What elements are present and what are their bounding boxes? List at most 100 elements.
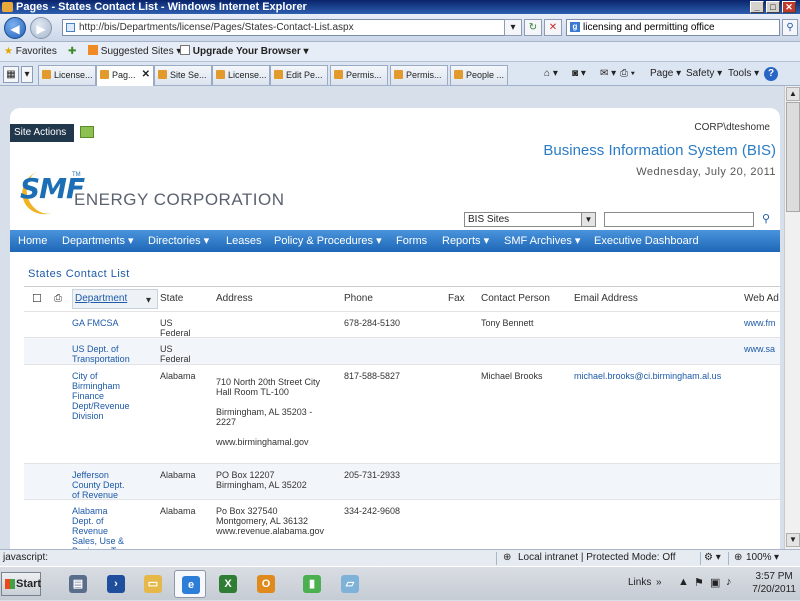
edit-page-icon[interactable] — [80, 126, 94, 138]
upgrade-browser-link[interactable]: Upgrade Your Browser ▾ — [180, 45, 309, 59]
table-row[interactable]: City of Birmingham Finance Dept/Revenue … — [24, 364, 780, 463]
cell-department[interactable]: Jefferson County Dept. of Revenue — [72, 470, 125, 500]
show-hidden-icons[interactable]: ▲ — [678, 576, 689, 588]
page-menu[interactable]: Page ▾ — [650, 67, 681, 81]
close-window-button[interactable]: ✕ — [782, 1, 796, 13]
cell-department[interactable]: GA FMCSA — [72, 318, 119, 328]
site-title[interactable]: Business Information System (BIS) — [543, 142, 776, 159]
outlook-icon[interactable]: O — [250, 570, 282, 598]
column-header-fax[interactable]: Fax — [448, 287, 465, 311]
nav-item[interactable]: Leases — [226, 230, 261, 252]
table-row[interactable]: US Dept. of Transportation US Federal www.… — [24, 337, 780, 364]
expand-toolbar-icon[interactable]: » — [656, 577, 662, 588]
nav-item[interactable]: Policy & Procedures ▾ — [274, 230, 382, 252]
quick-tabs-icon[interactable]: ▦ — [3, 66, 19, 83]
column-header-contact[interactable]: Contact Person — [481, 287, 550, 311]
nav-item[interactable]: Directories ▾ — [148, 230, 209, 252]
select-all-checkbox[interactable]: ☐ — [32, 287, 42, 311]
smf-logo[interactable]: SMF TM ENERGY CORPORATION — [15, 163, 290, 221]
favorites-button[interactable]: ★ Favorites — [4, 45, 57, 59]
volume-icon[interactable]: ♪ — [726, 576, 732, 588]
project-icon[interactable]: ▮ — [296, 570, 328, 598]
explorer-icon[interactable]: ▭ — [137, 570, 169, 598]
search-scope-select[interactable]: BIS Sites ▼ — [464, 212, 596, 227]
search-input[interactable]: g licensing and permitting office — [566, 19, 780, 36]
cell-web[interactable]: www.sa — [744, 344, 775, 354]
safety-menu[interactable]: Safety ▾ — [686, 67, 722, 81]
search-go-icon[interactable]: ⚲ — [782, 19, 798, 36]
nav-item[interactable]: Executive Dashboard — [594, 230, 699, 252]
browser-tab[interactable]: Edit Pe... — [270, 65, 328, 85]
browser-tab[interactable]: License... — [212, 65, 270, 85]
browser-tab[interactable]: License... — [38, 65, 96, 85]
column-header-web[interactable]: Web Ad — [744, 287, 779, 311]
site-search-go-icon[interactable]: ⚲ — [758, 212, 774, 227]
cell-email[interactable]: michael.brooks@ci.birmingham.al.us — [574, 371, 721, 381]
links-toolbar[interactable]: Links — [628, 577, 651, 588]
protected-mode-icon[interactable]: ⚙ ▾ — [704, 550, 721, 566]
column-header-address[interactable]: Address — [216, 287, 253, 311]
tab-label: Edit Pe... — [286, 70, 323, 80]
print-icon[interactable]: ⎙ ▾ — [620, 67, 635, 81]
site-actions-menu[interactable]: Site Actions ▾ — [10, 124, 74, 156]
add-favorite-icon[interactable]: ✚ — [68, 45, 76, 59]
network-icon[interactable]: ▣ — [710, 576, 720, 589]
tools-menu[interactable]: Tools ▾ — [728, 67, 759, 81]
server-manager-icon[interactable]: ▤ — [62, 570, 94, 598]
nav-item[interactable]: Departments ▾ — [62, 230, 134, 252]
nav-item[interactable]: Forms — [396, 230, 427, 252]
home-icon[interactable]: ⌂ ▾ — [544, 67, 558, 81]
scroll-thumb[interactable] — [786, 102, 800, 212]
refresh-button[interactable]: ↻ — [524, 19, 542, 36]
excel-icon[interactable]: X — [212, 570, 244, 598]
start-button[interactable]: Start — [1, 572, 41, 596]
browser-tab[interactable]: Site Se... — [154, 65, 212, 85]
mail-icon[interactable]: ✉ ▾ — [600, 67, 616, 81]
vertical-scrollbar[interactable]: ▲ ▼ — [784, 86, 800, 549]
column-header-state[interactable]: State — [160, 287, 183, 311]
feeds-icon[interactable]: ◙ ▾ — [572, 67, 586, 81]
column-header-phone[interactable]: Phone — [344, 287, 373, 311]
tab-list-icon[interactable]: ▾ — [21, 66, 33, 83]
nav-item[interactable]: SMF Archives ▾ — [504, 230, 580, 252]
table-row[interactable]: Alabama Dept. of Revenue Sales, Use & Bu… — [24, 499, 780, 549]
table-row[interactable]: Jefferson County Dept. of Revenue Alabama… — [24, 463, 780, 500]
help-icon[interactable]: ? — [764, 67, 778, 81]
nav-item[interactable]: Home — [18, 230, 47, 252]
notes-icon[interactable]: ▱ — [334, 570, 366, 598]
minimize-button[interactable]: _ — [750, 1, 764, 13]
table-row[interactable]: GA FMCSA US Federal 678-284-5130 Tony Benne… — [24, 311, 780, 338]
scroll-up-icon[interactable]: ▲ — [786, 87, 800, 101]
back-button[interactable]: ◀ — [4, 17, 26, 39]
cell-department[interactable]: US Dept. of Transportation — [72, 344, 130, 364]
powershell-icon[interactable]: › — [100, 570, 132, 598]
cell-department[interactable]: City of Birmingham Finance Dept/Revenue … — [72, 371, 130, 421]
stop-button[interactable]: ✕ — [544, 19, 562, 36]
maximize-button[interactable]: □ — [766, 1, 780, 13]
browser-tab[interactable]: Permis... — [330, 65, 388, 85]
list-title[interactable]: States Contact List — [28, 268, 130, 280]
security-zone[interactable]: Local intranet | Protected Mode: Off — [518, 550, 676, 566]
browser-tab[interactable]: People ... — [450, 65, 508, 85]
cell-department[interactable]: Alabama Dept. of Revenue Sales, Use & Bu… — [72, 506, 125, 549]
zoom-level[interactable]: 100% — [746, 550, 772, 566]
clock[interactable]: 3:57 PM 7/20/2011 — [752, 570, 796, 596]
suggested-sites-link[interactable]: Suggested Sites ▾ — [88, 45, 181, 59]
browser-tab[interactable]: Pag... ✕ — [96, 65, 154, 86]
url-dropdown-button[interactable]: ▾ — [504, 19, 522, 36]
url-input[interactable]: http://bis/Departments/license/Pages/Sta… — [62, 19, 518, 36]
site-search-input[interactable] — [604, 212, 754, 227]
column-header-email[interactable]: Email Address — [574, 287, 638, 311]
close-tab-icon[interactable]: ✕ — [142, 66, 150, 84]
cell-web[interactable]: www.fm — [744, 318, 776, 328]
internet-explorer-icon[interactable]: e — [174, 570, 206, 598]
sort-dropdown-icon[interactable]: ▾ — [146, 289, 151, 313]
flag-icon[interactable]: ⚑ — [694, 576, 704, 589]
scroll-down-icon[interactable]: ▼ — [786, 533, 800, 547]
nav-item[interactable]: Reports ▾ — [442, 230, 489, 252]
zoom-dropdown-icon[interactable]: ▾ — [774, 550, 779, 566]
forward-button[interactable]: ▶ — [30, 17, 52, 39]
user-name[interactable]: CORP\dteshome — [694, 122, 770, 133]
cell-state: US Federal — [160, 344, 191, 364]
browser-tab[interactable]: Permis... — [390, 65, 448, 85]
